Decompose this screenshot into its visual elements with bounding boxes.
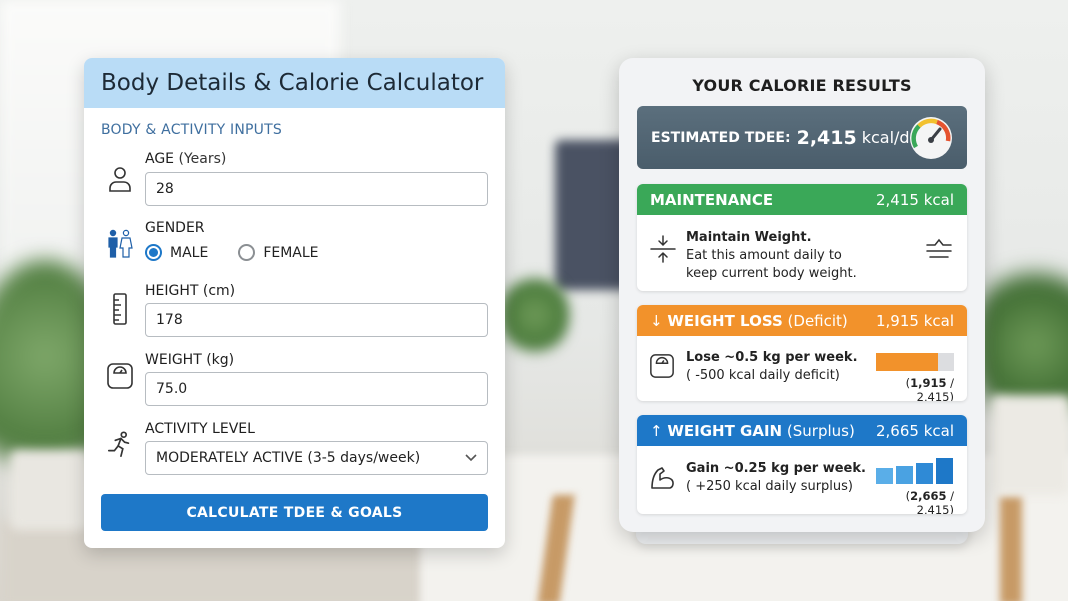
weight-gain-detail: ( +250 kcal daily surplus) [686, 479, 854, 494]
age-input[interactable] [145, 172, 488, 206]
running-icon [106, 430, 134, 460]
maintenance-body: Maintain Weight. Eat this amount daily t… [637, 215, 967, 291]
progress-bar [876, 353, 954, 371]
progress-bar-fill [876, 353, 938, 371]
height-input[interactable] [145, 303, 488, 337]
calculator-card: Body Details & Calorie Calculator BODY &… [84, 58, 505, 548]
weight-gain-card: ↑ WEIGHT GAIN (Surplus) 2,665 kcal Gain … [637, 415, 967, 514]
activity-label: ACTIVITY LEVEL [145, 421, 255, 437]
weight-loss-detail: ( -500 kcal daily deficit) [686, 368, 840, 383]
weight-loss-meter: (1,915 / 2,415) [876, 353, 954, 401]
female-radio[interactable] [238, 244, 256, 261]
flexed-arm-icon [649, 464, 677, 492]
weight-gain-kcal: 2,665 kcal [875, 421, 954, 440]
weight-loss-header: ↓ WEIGHT LOSS (Deficit) 1,915 kcal [637, 305, 967, 336]
maintenance-header: MAINTENANCE 2,415 kcal [637, 184, 967, 215]
weight-gain-meter-caption: (2,665 / 2,415) [905, 489, 954, 514]
step-bars [876, 458, 954, 484]
height-label: HEIGHT (cm) [145, 283, 236, 299]
step-bar [916, 463, 933, 484]
weight-gain-title: ↑ WEIGHT GAIN (Surplus) [650, 421, 855, 440]
tdee-value: 2,415 [796, 126, 857, 149]
background-plant [500, 270, 570, 360]
weight-loss-meter-caption: (1,915 / 2,415) [905, 376, 954, 401]
weight-loss-text: Lose ~0.5 kg per week. ( -500 kcal daily… [686, 349, 876, 385]
chevron-down-icon [465, 451, 477, 465]
maintenance-kcal: 2,415 kcal [875, 190, 954, 209]
vertical-arrows-icon [649, 235, 677, 263]
weight-loss-body: Lose ~0.5 kg per week. ( -500 kcal daily… [637, 336, 967, 401]
male-radio[interactable] [145, 244, 162, 261]
male-label[interactable]: MALE [170, 245, 208, 261]
background-pot [990, 395, 1068, 495]
weight-gain-text: Gain ~0.25 kg per week. ( +250 kcal dail… [686, 460, 876, 496]
maintenance-card: MAINTENANCE 2,415 kcal Maintain Weight. … [637, 184, 967, 291]
up-arrow-icon: ↑ [650, 421, 663, 440]
background-pot [10, 450, 90, 530]
ruler-icon [106, 293, 134, 325]
weight-loss-headline: Lose ~0.5 kg per week. [686, 350, 858, 365]
person-icon [106, 164, 134, 194]
step-bar [876, 468, 893, 484]
scale-icon [106, 361, 134, 391]
weight-gain-headline: Gain ~0.25 kg per week. [686, 461, 866, 476]
weight-gain-body: Gain ~0.25 kg per week. ( +250 kcal dail… [637, 446, 967, 514]
gender-label: GENDER [145, 220, 205, 236]
background-desk-leg [1000, 495, 1022, 601]
female-label[interactable]: FEMALE [263, 245, 318, 261]
gender-icon [106, 229, 134, 259]
calculator-title: Body Details & Calorie Calculator [101, 70, 484, 96]
activity-select[interactable]: MODERATELY ACTIVE (3-5 days/week) [145, 441, 488, 475]
scale-icon [649, 353, 677, 381]
weight-gain-header: ↑ WEIGHT GAIN (Surplus) 2,665 kcal [637, 415, 967, 446]
weight-loss-card: ↓ WEIGHT LOSS (Deficit) 1,915 kcal Lose … [637, 305, 967, 401]
down-arrow-icon: ↓ [650, 311, 663, 330]
results-title: YOUR CALORIE RESULTS [692, 76, 912, 95]
maintenance-name: MAINTENANCE [650, 190, 774, 209]
maintenance-detail: Eat this amount daily to keep current bo… [686, 248, 857, 281]
step-bar [896, 466, 913, 484]
gender-options: MALE FEMALE [145, 244, 319, 261]
weight-loss-kcal: 1,915 kcal [875, 311, 954, 330]
maintenance-text: Maintain Weight. Eat this amount daily t… [686, 229, 876, 283]
maintenance-headline: Maintain Weight. [686, 230, 812, 245]
weight-label: WEIGHT (kg) [145, 352, 235, 368]
calculator-header: Body Details & Calorie Calculator [84, 58, 505, 108]
tdee-summary: ESTIMATED TDEE: 2,415 kcal/day [637, 106, 967, 169]
gauge-icon [907, 114, 955, 164]
tdee-label: ESTIMATED TDEE: [651, 129, 791, 146]
weight-loss-title: ↓ WEIGHT LOSS (Deficit) [650, 311, 848, 330]
step-bar [936, 458, 953, 484]
activity-selected-value: MODERATELY ACTIVE (3-5 days/week) [156, 450, 421, 466]
results-panel: YOUR CALORIE RESULTS ESTIMATED TDEE: 2,4… [619, 58, 985, 532]
age-label: AGE (Years) [145, 151, 227, 167]
section-label: BODY & ACTIVITY INPUTS [101, 122, 282, 138]
weight-input[interactable] [145, 372, 488, 406]
balance-icon [925, 237, 953, 265]
weight-gain-meter: (2,665 / 2,415) [876, 458, 954, 514]
calculate-button[interactable]: CALCULATE TDEE & GOALS [101, 494, 488, 531]
